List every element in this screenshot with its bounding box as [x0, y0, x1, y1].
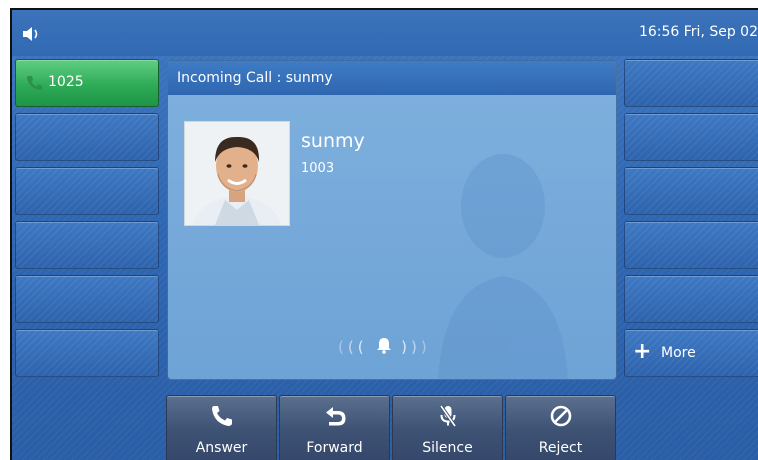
- reject-circle-icon: [506, 404, 615, 432]
- phone-icon: [26, 75, 44, 95]
- clock: 16:56 Fri, Sep 02: [638, 24, 758, 40]
- silence-button[interactable]: Silence: [392, 395, 503, 460]
- line-key-2[interactable]: [15, 113, 159, 161]
- line-key-4[interactable]: [15, 221, 159, 269]
- silence-label: Silence: [422, 440, 473, 456]
- more-button[interactable]: + More: [624, 329, 758, 377]
- more-label: More: [661, 345, 696, 361]
- reject-label: Reject: [538, 440, 583, 456]
- phone-icon: [167, 404, 276, 432]
- bell-icon: [368, 338, 402, 356]
- right-key-1[interactable]: [624, 59, 758, 107]
- contact-avatar: [184, 121, 290, 226]
- softkey-bar: Answer Forward Silence Reject: [166, 395, 618, 460]
- right-key-4[interactable]: [624, 221, 758, 269]
- speaker-icon[interactable]: [22, 26, 42, 46]
- forward-arrow-icon: [280, 404, 389, 432]
- forward-button[interactable]: Forward: [279, 395, 390, 460]
- answer-button[interactable]: Answer: [166, 395, 277, 460]
- line-key-label: 1025: [48, 74, 84, 90]
- right-key-5[interactable]: [624, 275, 758, 323]
- silhouette-icon: [438, 154, 568, 379]
- caller-number: 1003: [301, 161, 335, 176]
- phone-screen: 16:56 Fri, Sep 02 1025 + More Incoming C…: [10, 8, 758, 460]
- caller-name: sunmy: [301, 130, 365, 152]
- line-key-1025[interactable]: 1025: [15, 59, 159, 107]
- line-key-5[interactable]: [15, 275, 159, 323]
- status-bar: 16:56 Fri, Sep 02: [12, 10, 758, 56]
- line-key-6[interactable]: [15, 329, 159, 377]
- mute-mic-icon: [393, 404, 502, 432]
- reject-button[interactable]: Reject: [505, 395, 616, 460]
- incoming-call-panel: Incoming Call : sunmy sunmy 1003 ((())): [167, 60, 617, 380]
- right-key-3[interactable]: [624, 167, 758, 215]
- plus-icon: +: [633, 339, 652, 364]
- call-header: Incoming Call : sunmy: [168, 61, 616, 95]
- answer-label: Answer: [195, 440, 248, 456]
- right-key-2[interactable]: [624, 113, 758, 161]
- forward-label: Forward: [306, 440, 363, 456]
- line-key-3[interactable]: [15, 167, 159, 215]
- ringing-indicator: ((( ))): [338, 338, 431, 356]
